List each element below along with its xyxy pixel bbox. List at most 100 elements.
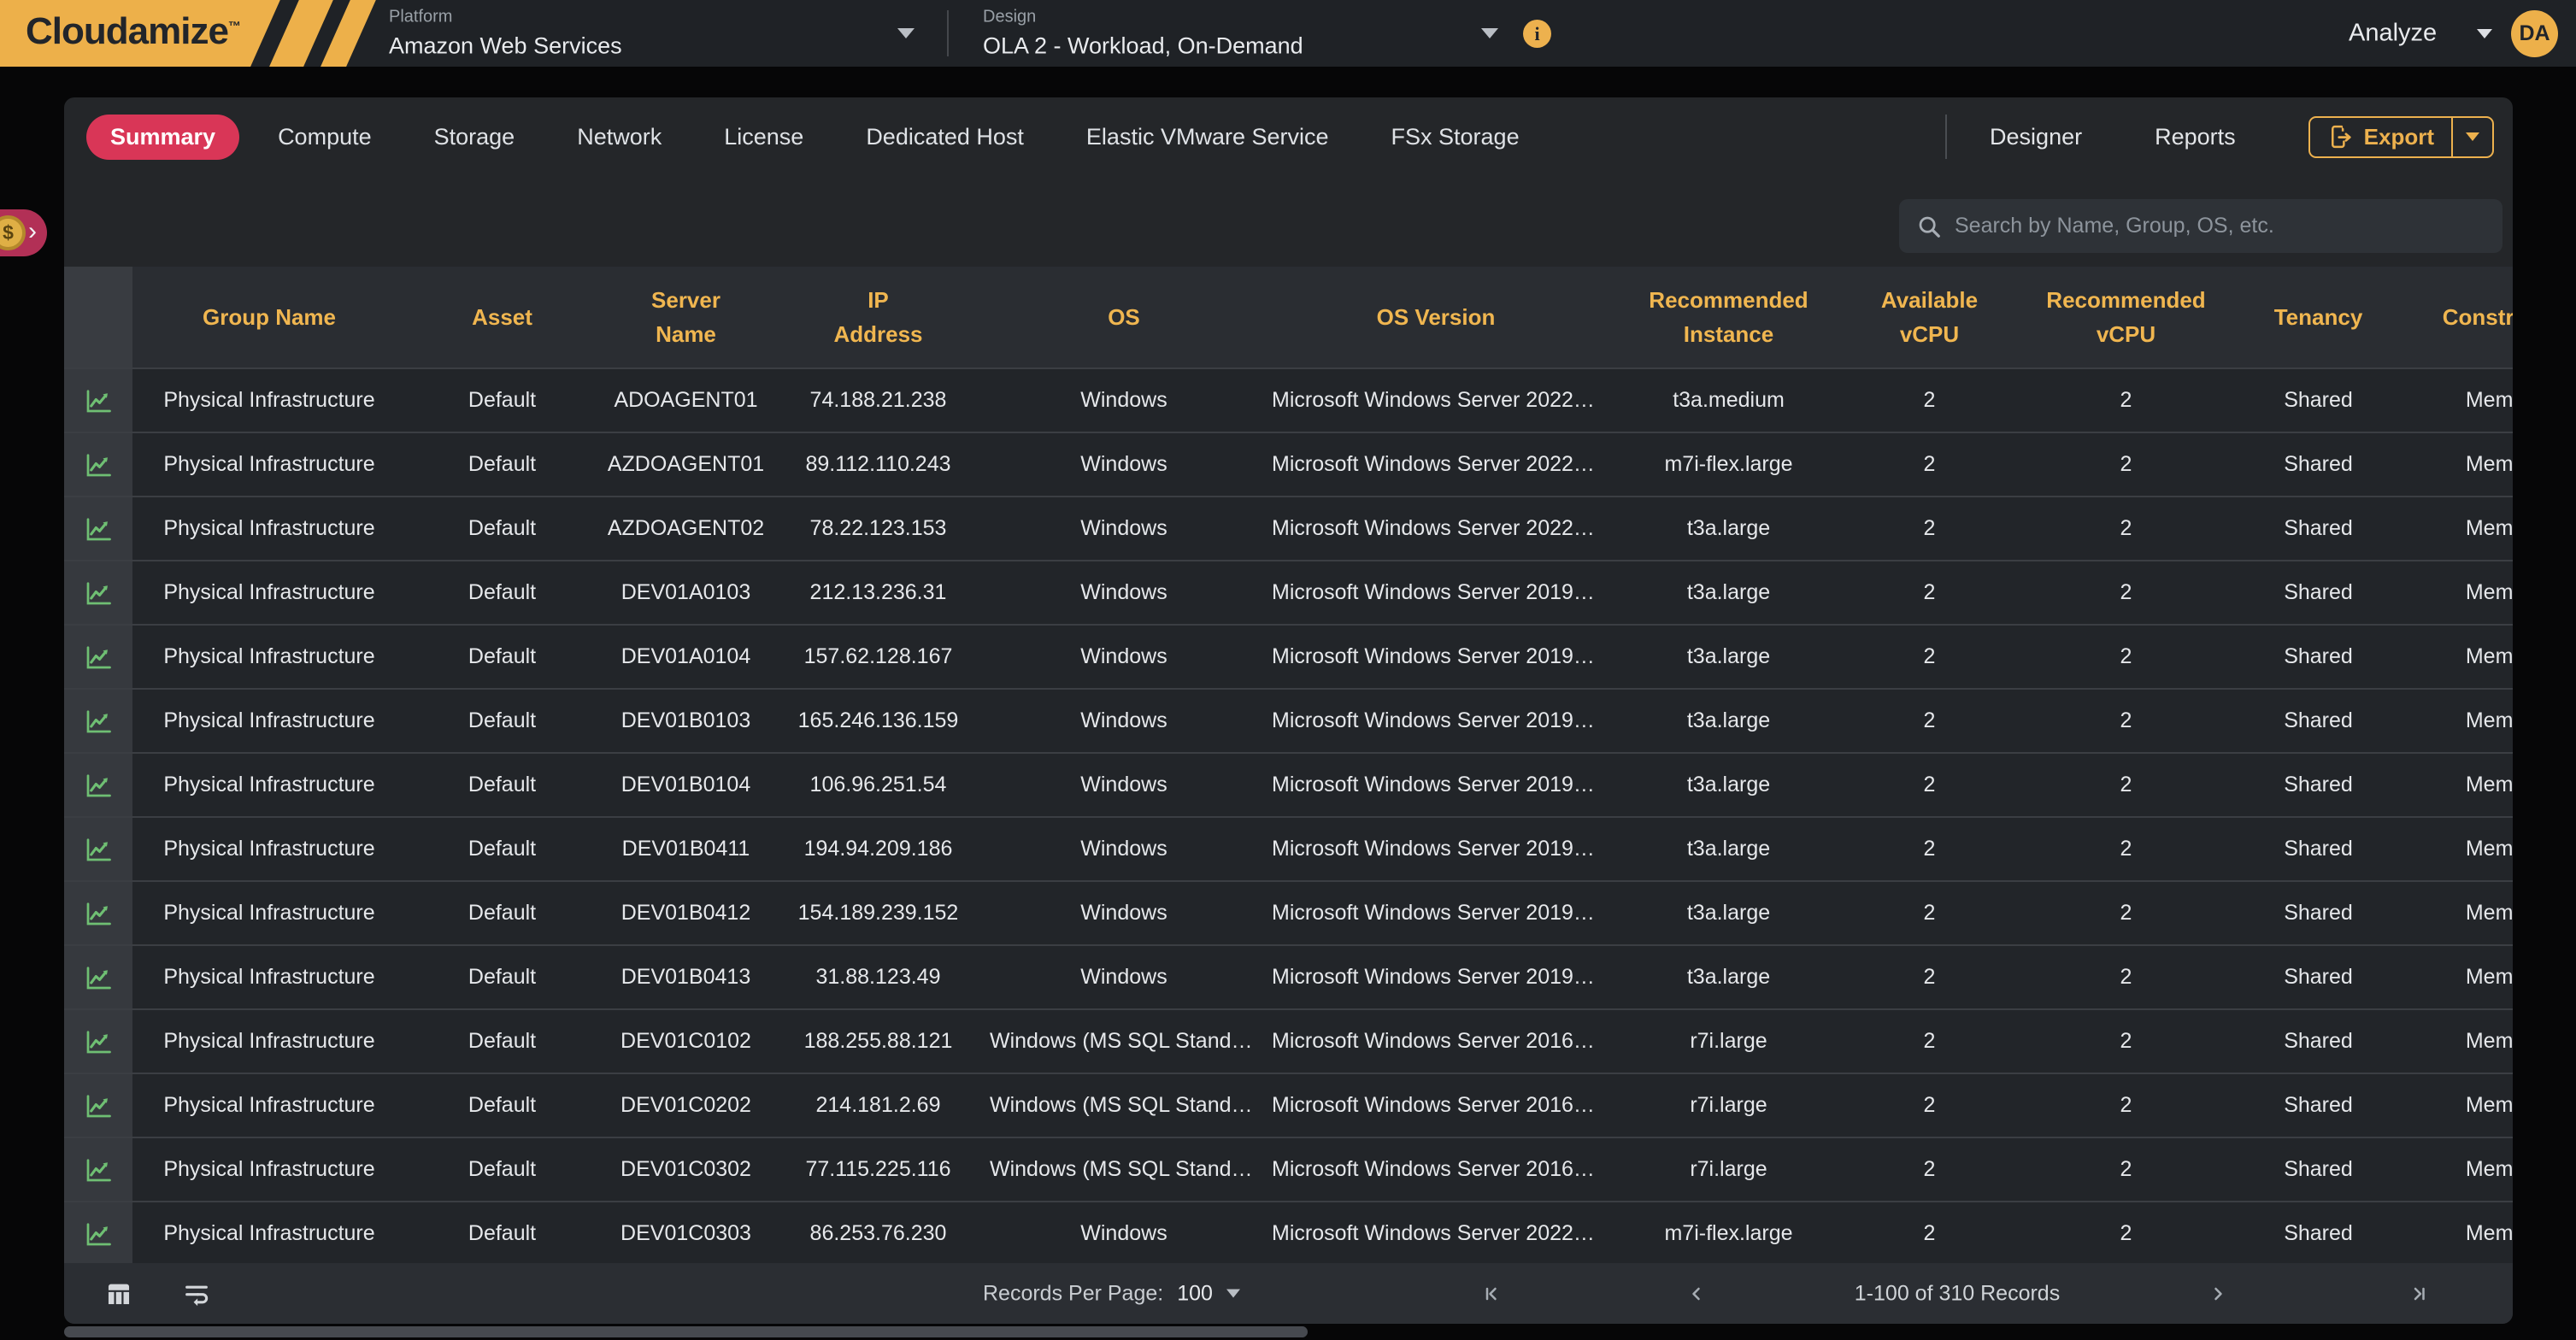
cell-os: Windows (MS SQL Standard)	[983, 1138, 1265, 1201]
table-row[interactable]: Physical Infrastructure Default DEV01A01…	[64, 624, 2513, 688]
cell-group-name: Physical Infrastructure	[132, 433, 406, 496]
tab-compute[interactable]: Compute	[254, 115, 396, 160]
chevron-down-icon[interactable]	[1226, 1290, 1240, 1298]
platform-selector[interactable]: Platform Amazon Web Services	[389, 8, 622, 60]
row-chart-button[interactable]	[64, 1138, 132, 1201]
search-input[interactable]	[1955, 214, 2485, 238]
table-row[interactable]: Physical Infrastructure Default DEV01B01…	[64, 752, 2513, 816]
table-row[interactable]: Physical Infrastructure Default DEV01C02…	[64, 1073, 2513, 1137]
cell-recommended-instance: t3a.medium	[1607, 369, 1850, 432]
cell-server-name: AZDOAGENT02	[598, 497, 773, 560]
table-row[interactable]: Physical Infrastructure Default ADOAGENT…	[64, 367, 2513, 432]
chevron-down-icon	[2466, 132, 2479, 141]
design-selector[interactable]: Design OLA 2 - Workload, On-Demand	[983, 8, 1303, 60]
cell-ip-address: 165.246.136.159	[773, 690, 983, 752]
table-row[interactable]: Physical Infrastructure Default DEV01B01…	[64, 688, 2513, 752]
designer-link[interactable]: Designer	[1990, 124, 2082, 150]
first-page-button[interactable]	[1479, 1281, 1504, 1307]
row-chart-button[interactable]	[64, 818, 132, 880]
export-button-main[interactable]: Export	[2310, 118, 2451, 156]
cell-available-vcpu: 2	[1850, 754, 2008, 816]
last-page-button[interactable]	[2406, 1281, 2432, 1307]
tab-license[interactable]: License	[700, 115, 827, 160]
line-chart-icon	[83, 385, 114, 416]
info-icon[interactable]: i	[1523, 20, 1551, 48]
table-row[interactable]: Physical Infrastructure Default DEV01B04…	[64, 944, 2513, 1008]
column-header-recommended-instance[interactable]: Recommended Instance	[1607, 267, 1850, 367]
tab-dedicated-host[interactable]: Dedicated Host	[842, 115, 1048, 160]
cell-os: Windows	[983, 1202, 1265, 1265]
table-row[interactable]: Physical Infrastructure Default DEV01A01…	[64, 560, 2513, 624]
table-row[interactable]: Physical Infrastructure Default DEV01C01…	[64, 1008, 2513, 1073]
records-per-page-value[interactable]: 100	[1177, 1281, 1213, 1306]
horizontal-scrollbar-thumb[interactable]	[64, 1326, 1308, 1337]
tab-storage[interactable]: Storage	[410, 115, 539, 160]
line-chart-icon	[83, 578, 114, 608]
row-chart-button[interactable]	[64, 690, 132, 752]
column-header-os-version[interactable]: OS Version	[1265, 267, 1607, 367]
row-chart-button[interactable]	[64, 946, 132, 1008]
row-chart-button[interactable]	[64, 433, 132, 496]
export-dropdown-toggle[interactable]	[2451, 118, 2492, 156]
table-row[interactable]: Physical Infrastructure Default DEV01C03…	[64, 1137, 2513, 1201]
cell-asset: Default	[406, 946, 598, 1008]
tab-summary[interactable]: Summary	[86, 115, 239, 160]
column-header-asset[interactable]: Asset	[406, 267, 598, 367]
row-chart-button[interactable]	[64, 754, 132, 816]
cell-group-name: Physical Infrastructure	[132, 1202, 406, 1265]
next-page-button[interactable]	[2205, 1281, 2231, 1307]
column-header-constraints[interactable]: Constraints	[2393, 267, 2513, 367]
table-row[interactable]: Physical Infrastructure Default AZDOAGEN…	[64, 496, 2513, 560]
table-row[interactable]: Physical Infrastructure Default DEV01B04…	[64, 816, 2513, 880]
cell-server-name: DEV01A0103	[598, 561, 773, 624]
chevron-down-icon[interactable]	[897, 28, 915, 38]
column-header-group-name[interactable]: Group Name	[132, 267, 406, 367]
cell-recommended-vcpu: 2	[2008, 818, 2244, 880]
cell-available-vcpu: 2	[1850, 433, 2008, 496]
wrap-text-button[interactable]	[182, 1279, 211, 1308]
cell-constraints: Memory	[2393, 882, 2513, 944]
cell-constraints: Memory	[2393, 1074, 2513, 1137]
logo-wordmark: Cloudamize™	[26, 10, 240, 53]
row-chart-button[interactable]	[64, 497, 132, 560]
column-settings-button[interactable]	[104, 1279, 133, 1308]
analyze-menu[interactable]: Analyze	[2349, 20, 2437, 48]
row-chart-button[interactable]	[64, 1202, 132, 1265]
cell-recommended-instance: t3a.large	[1607, 626, 1850, 688]
tab-network[interactable]: Network	[553, 115, 685, 160]
chevron-down-icon[interactable]	[1481, 28, 1498, 38]
export-button[interactable]: Export	[2308, 116, 2494, 158]
tab-elastic-vmware-service[interactable]: Elastic VMware Service	[1062, 115, 1353, 160]
row-chart-button[interactable]	[64, 369, 132, 432]
column-header-server-name[interactable]: Server Name	[598, 267, 773, 367]
column-header-recommended-vcpu[interactable]: Recommended vCPU	[2008, 267, 2244, 367]
row-chart-button[interactable]	[64, 1010, 132, 1073]
table-footer: Records Per Page: 100 1-100 of 310 Recor…	[64, 1263, 2513, 1324]
table-row[interactable]: Physical Infrastructure Default AZDOAGEN…	[64, 432, 2513, 496]
table-row[interactable]: Physical Infrastructure Default DEV01B04…	[64, 880, 2513, 944]
chevron-down-icon[interactable]	[2477, 29, 2492, 38]
row-chart-button[interactable]	[64, 882, 132, 944]
row-chart-button[interactable]	[64, 561, 132, 624]
cell-recommended-vcpu: 2	[2008, 369, 2244, 432]
tab-bar: Summary Compute Storage Network License …	[64, 97, 2513, 176]
cell-group-name: Physical Infrastructure	[132, 754, 406, 816]
column-header-available-vcpu[interactable]: Available vCPU	[1850, 267, 2008, 367]
column-header-os[interactable]: OS	[983, 267, 1265, 367]
table-row[interactable]: Physical Infrastructure Default DEV01C03…	[64, 1201, 2513, 1265]
cell-server-name: DEV01C0202	[598, 1074, 773, 1137]
row-chart-button[interactable]	[64, 1074, 132, 1137]
row-chart-button[interactable]	[64, 626, 132, 688]
cell-constraints: Memory	[2393, 754, 2513, 816]
tab-fsx-storage[interactable]: FSx Storage	[1367, 115, 1544, 160]
cost-flyout-tab[interactable]: $ ›	[0, 209, 47, 256]
column-header-tenancy[interactable]: Tenancy	[2244, 267, 2393, 367]
reports-link[interactable]: Reports	[2155, 124, 2236, 150]
search-box[interactable]	[1899, 199, 2502, 253]
cell-available-vcpu: 2	[1850, 1202, 2008, 1265]
cell-recommended-vcpu: 2	[2008, 690, 2244, 752]
user-avatar[interactable]: DA	[2511, 10, 2558, 57]
cell-tenancy: Shared	[2244, 754, 2393, 816]
column-header-ip-address[interactable]: IP Address	[773, 267, 983, 367]
cell-recommended-vcpu: 2	[2008, 754, 2244, 816]
